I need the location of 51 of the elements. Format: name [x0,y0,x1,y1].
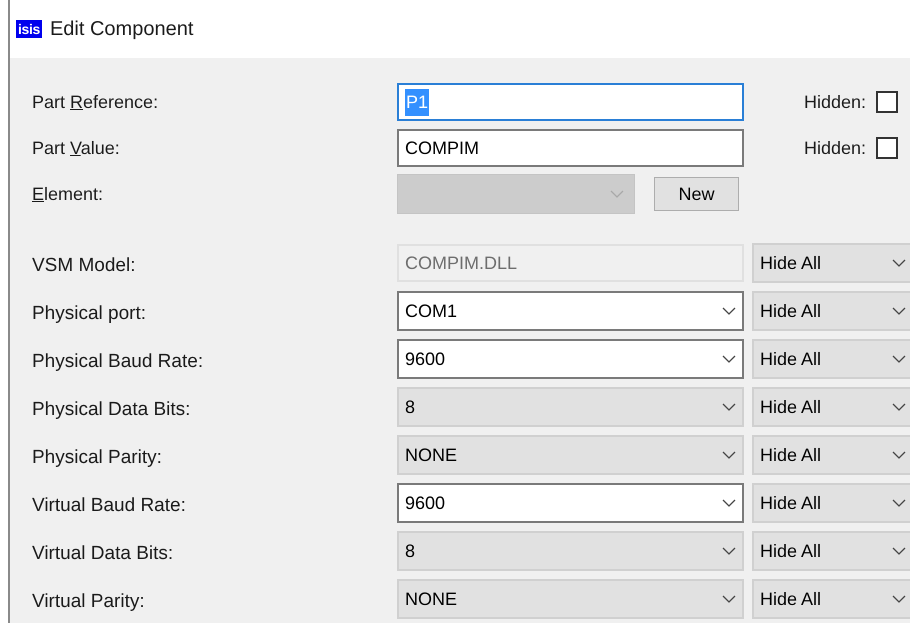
dropdown-field[interactable]: 8 [397,387,744,427]
dropdown-field[interactable]: NONE [397,435,744,475]
chevron-down-icon [722,355,736,363]
property-label: Virtual Baud Rate: [32,494,187,518]
dropdown-field[interactable]: 9600 [397,339,744,379]
property-label: Virtual Parity: [32,590,146,614]
visibility-dropdown[interactable]: Hide All [752,531,910,571]
property-label: Virtual Data Bits: [32,542,174,566]
text-field[interactable]: COMPIM [397,129,744,167]
visibility-dropdown[interactable]: Hide All [752,387,910,427]
dropdown-field[interactable]: 9600 [397,483,744,523]
chevron-down-icon [892,403,906,411]
visibility-dropdown[interactable]: Hide All [752,435,910,475]
app-logo: isis [16,20,42,38]
visibility-dropdown[interactable]: Hide All [752,483,910,523]
property-label: Physical Data Bits: [32,398,192,422]
chevron-down-icon [722,307,736,315]
property-label: VSM Model: [32,254,136,278]
text-field[interactable]: COMPIM.DLL [397,244,744,282]
field-label: Part Reference: [32,90,160,114]
chevron-down-icon [892,595,906,603]
property-label: Physical Baud Rate: [32,350,204,374]
chevron-down-icon [722,499,736,507]
chevron-down-icon [892,307,906,315]
hidden-checkbox[interactable] [876,137,898,159]
chevron-down-icon [722,451,736,459]
chevron-down-icon [722,595,736,603]
hidden-label: Hidden: [804,136,866,160]
dropdown-field[interactable]: COM1 [397,291,744,331]
chevron-down-icon [892,259,906,267]
visibility-dropdown[interactable]: Hide All [752,243,910,283]
property-label: Physical port: [32,302,148,326]
visibility-dropdown[interactable]: Hide All [752,579,910,619]
chevron-down-icon [892,355,906,363]
new-button[interactable]: New [654,177,739,211]
dropdown-field[interactable]: 8 [397,531,744,571]
chevron-down-icon [892,451,906,459]
chevron-down-icon [892,547,906,555]
hidden-label: Hidden: [804,90,866,114]
visibility-dropdown[interactable]: Hide All [752,339,910,379]
window-title: Edit Component [50,17,194,42]
chevron-down-icon [722,547,736,555]
chevron-down-icon [892,499,906,507]
field-label: Part Value: [32,136,121,160]
field-label: Element: [32,182,104,206]
hidden-checkbox[interactable] [876,91,898,113]
dropdown-field[interactable]: NONE [397,579,744,619]
chevron-down-icon [610,190,624,198]
property-label: Physical Parity: [32,446,163,470]
chevron-down-icon [722,403,736,411]
visibility-dropdown[interactable]: Hide All [752,291,910,331]
